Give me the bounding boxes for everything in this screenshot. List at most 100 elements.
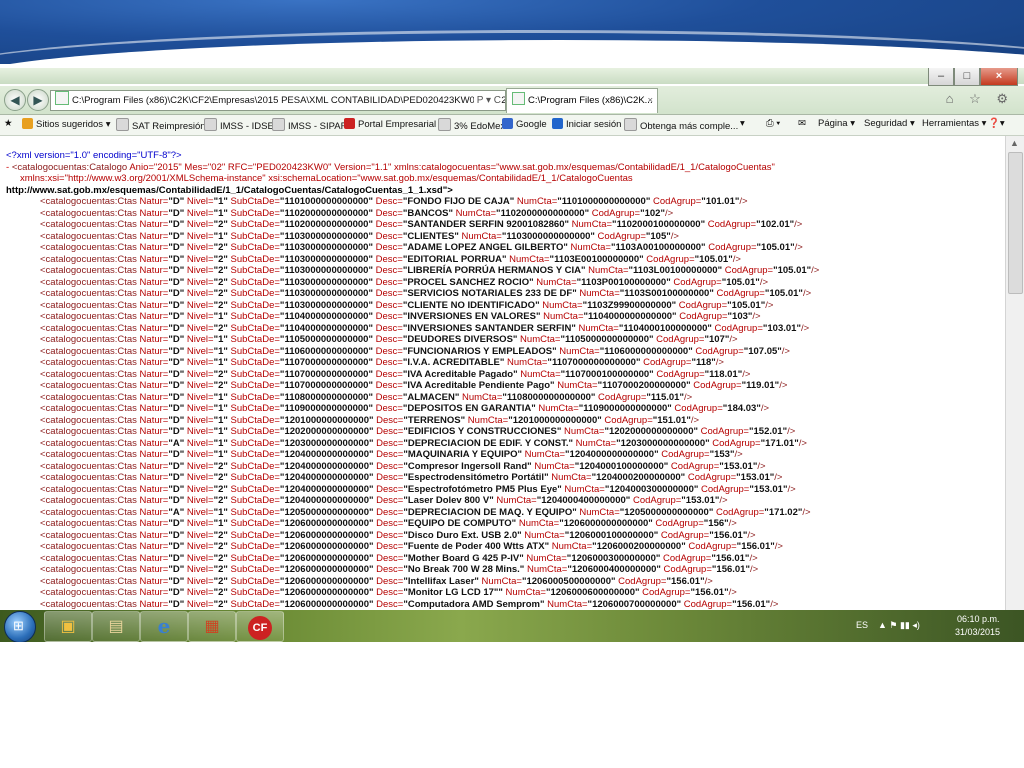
row-sub: 1204000000000000 [284, 460, 369, 472]
command-pagina[interactable]: Página ▾ [818, 118, 855, 129]
address-bar[interactable]: C:\Program Files (x86)\C2K\CF2\Empresas\… [50, 90, 506, 111]
fav-star-icon[interactable]: ★ [4, 118, 13, 129]
taskbar-folder[interactable]: ▣ [44, 611, 92, 642]
tab-page-icon [512, 92, 525, 105]
favorite-item-6[interactable]: Google [502, 118, 547, 130]
row-cod: 156.01 [713, 529, 743, 541]
row-natur: A [172, 437, 180, 449]
row-natur: D [172, 380, 180, 391]
taskbar-office[interactable]: ▦ [188, 611, 236, 642]
taskbar-explorer[interactable]: ▤ [92, 611, 140, 642]
command-seguridad[interactable]: Seguridad ▾ [864, 118, 915, 129]
row-num: 1206000700000000 [592, 598, 677, 610]
xml-account-row: <catalogocuentas:Ctas Natur="D" Nivel="2… [40, 276, 768, 288]
row-natur: D [172, 230, 180, 242]
address-tools[interactable]: P ▾ C [473, 91, 501, 110]
row-desc: Fuente de Poder 400 Wtts ATX [407, 541, 545, 552]
row-sub: 1106000000000000 [284, 345, 369, 357]
print-icon[interactable]: ⎙ ▾ [766, 118, 780, 129]
home-favorites-tools-icons[interactable]: ⌂ ☆ ⚙ [946, 91, 1014, 107]
close-button[interactable]: × [980, 68, 1018, 86]
slide-banner [0, 0, 1024, 64]
row-sub: 1104000000000000 [284, 311, 369, 322]
row-cod: 105.01 [699, 253, 729, 265]
start-button[interactable]: ⊞ [4, 611, 36, 643]
favorite-item-1[interactable]: SAT Reimpresión [116, 118, 206, 132]
row-cod: 153 [714, 449, 730, 460]
xml-account-row: <catalogocuentas:Ctas Natur="D" Nivel="2… [40, 598, 779, 610]
row-natur: D [172, 403, 180, 414]
tab-close-icon[interactable]: × [647, 89, 653, 113]
row-natur: D [172, 299, 180, 311]
taskbar-cf[interactable]: CF [236, 611, 284, 642]
minimize-button[interactable]: – [928, 68, 954, 86]
favorite-label: Google [516, 119, 547, 130]
row-natur: D [172, 414, 180, 426]
xml-account-row: <catalogocuentas:Ctas Natur="D" Nivel="2… [40, 368, 751, 380]
row-num: 1103S00100000000 [624, 288, 710, 299]
row-num: 1105000000000000 [564, 334, 649, 345]
favorite-icon [204, 118, 217, 131]
mail-icon[interactable]: ✉ [798, 118, 806, 129]
command-herramientas[interactable]: Herramientas ▾ [922, 118, 986, 129]
favorite-label: Obtenga más comple... [640, 121, 739, 132]
row-desc: ADAME LOPEZ ANGEL GILBERTO [407, 242, 564, 253]
favorite-item-0[interactable]: Sitios sugeridos ▾ [22, 118, 110, 130]
row-desc: CLIENTE NO IDENTIFICADO [407, 299, 536, 311]
help-icon[interactable]: ❓▾ [988, 118, 1005, 129]
row-desc: IVA Acreditable Pagado [407, 368, 514, 380]
favorite-item-7[interactable]: Iniciar sesión [552, 118, 621, 130]
clock-time[interactable]: 06:10 p.m. [957, 614, 1000, 624]
row-cod: 118.01 [709, 368, 738, 380]
scroll-thumb[interactable] [1008, 152, 1023, 294]
row-sub: 1204000000000000 [284, 495, 369, 506]
favorite-item-8[interactable]: Obtenga más comple... [624, 118, 738, 132]
row-sub: 1206000000000000 [284, 598, 369, 610]
favorite-icon [502, 118, 513, 129]
row-cod: 156.01 [695, 587, 725, 598]
row-sub: 1206000000000000 [284, 564, 369, 575]
language-indicator[interactable]: ES [856, 620, 868, 630]
row-sub: 1103000000000000 [284, 253, 369, 265]
row-sub: 1202000000000000 [284, 426, 369, 437]
xml-account-row: <catalogocuentas:Ctas Natur="D" Nivel="2… [40, 299, 774, 311]
favorite-label: Portal Empresarial [358, 119, 437, 130]
xml-account-row: <catalogocuentas:Ctas Natur="D" Nivel="1… [40, 196, 748, 207]
maximize-button[interactable]: □ [954, 68, 980, 86]
row-desc: TERRENOS [407, 414, 461, 426]
row-desc: Laser Dolev 800 V [407, 495, 490, 506]
row-sub: 1204000000000000 [284, 483, 369, 495]
xml-account-row: <catalogocuentas:Ctas Natur="D" Nivel="1… [40, 357, 724, 368]
row-cod: 151.01 [657, 414, 687, 426]
clock-date[interactable]: 31/03/2015 [955, 627, 1000, 637]
taskbar: ⊞ ▣ ▤ e ▦ CF ES ▲ ⚑ ▮▮ ◂) 06:10 p.m. 31/… [0, 610, 1024, 643]
favorite-item-2[interactable]: IMSS - IDSE [204, 118, 274, 132]
scroll-up-icon[interactable]: ▲ [1010, 138, 1019, 148]
row-natur: D [172, 276, 180, 288]
tray-icons[interactable]: ▲ ⚑ ▮▮ ◂) [878, 620, 920, 631]
xml-document: <?xml version="1.0" encoding="UTF-8"?> -… [6, 150, 819, 610]
tab-active[interactable]: C:\Program Files (x86)\C2K... × [506, 88, 658, 113]
row-cod: 153.01 [740, 472, 770, 483]
xml-account-row: <catalogocuentas:Ctas Natur="D" Nivel="2… [40, 265, 820, 276]
row-cod: 102.01 [760, 219, 790, 230]
favorite-item-5[interactable]: 3% EdoMex [438, 118, 505, 132]
favorite-label: Sitios sugeridos ▾ [36, 119, 111, 130]
row-cod: 171.01 [765, 437, 795, 449]
row-desc: I.V.A. ACREDITABLE [407, 357, 500, 368]
xml-account-row: <catalogocuentas:Ctas Natur="D" Nivel="2… [40, 587, 737, 598]
vertical-scrollbar[interactable]: ▲ [1005, 136, 1024, 612]
collapse-toggle[interactable]: - [6, 162, 9, 173]
row-num: 1204000200000000 [596, 472, 681, 483]
favorites-more[interactable]: ▾ [740, 118, 745, 129]
xml-account-row: <catalogocuentas:Ctas Natur="D" Nivel="2… [40, 541, 783, 552]
taskbar-ie[interactable]: e [140, 611, 188, 642]
row-sub: 1204000000000000 [284, 449, 369, 460]
favorite-item-4[interactable]: Portal Empresarial [344, 118, 436, 130]
row-natur: D [172, 288, 180, 299]
row-desc: Monitor LG LCD 17" [407, 587, 499, 598]
favorite-item-3[interactable]: IMSS - SIPARE [272, 118, 354, 132]
back-button[interactable]: ◀ [4, 89, 26, 111]
row-sub: 1104000000000000 [284, 322, 369, 334]
forward-button[interactable]: ▶ [27, 89, 49, 111]
